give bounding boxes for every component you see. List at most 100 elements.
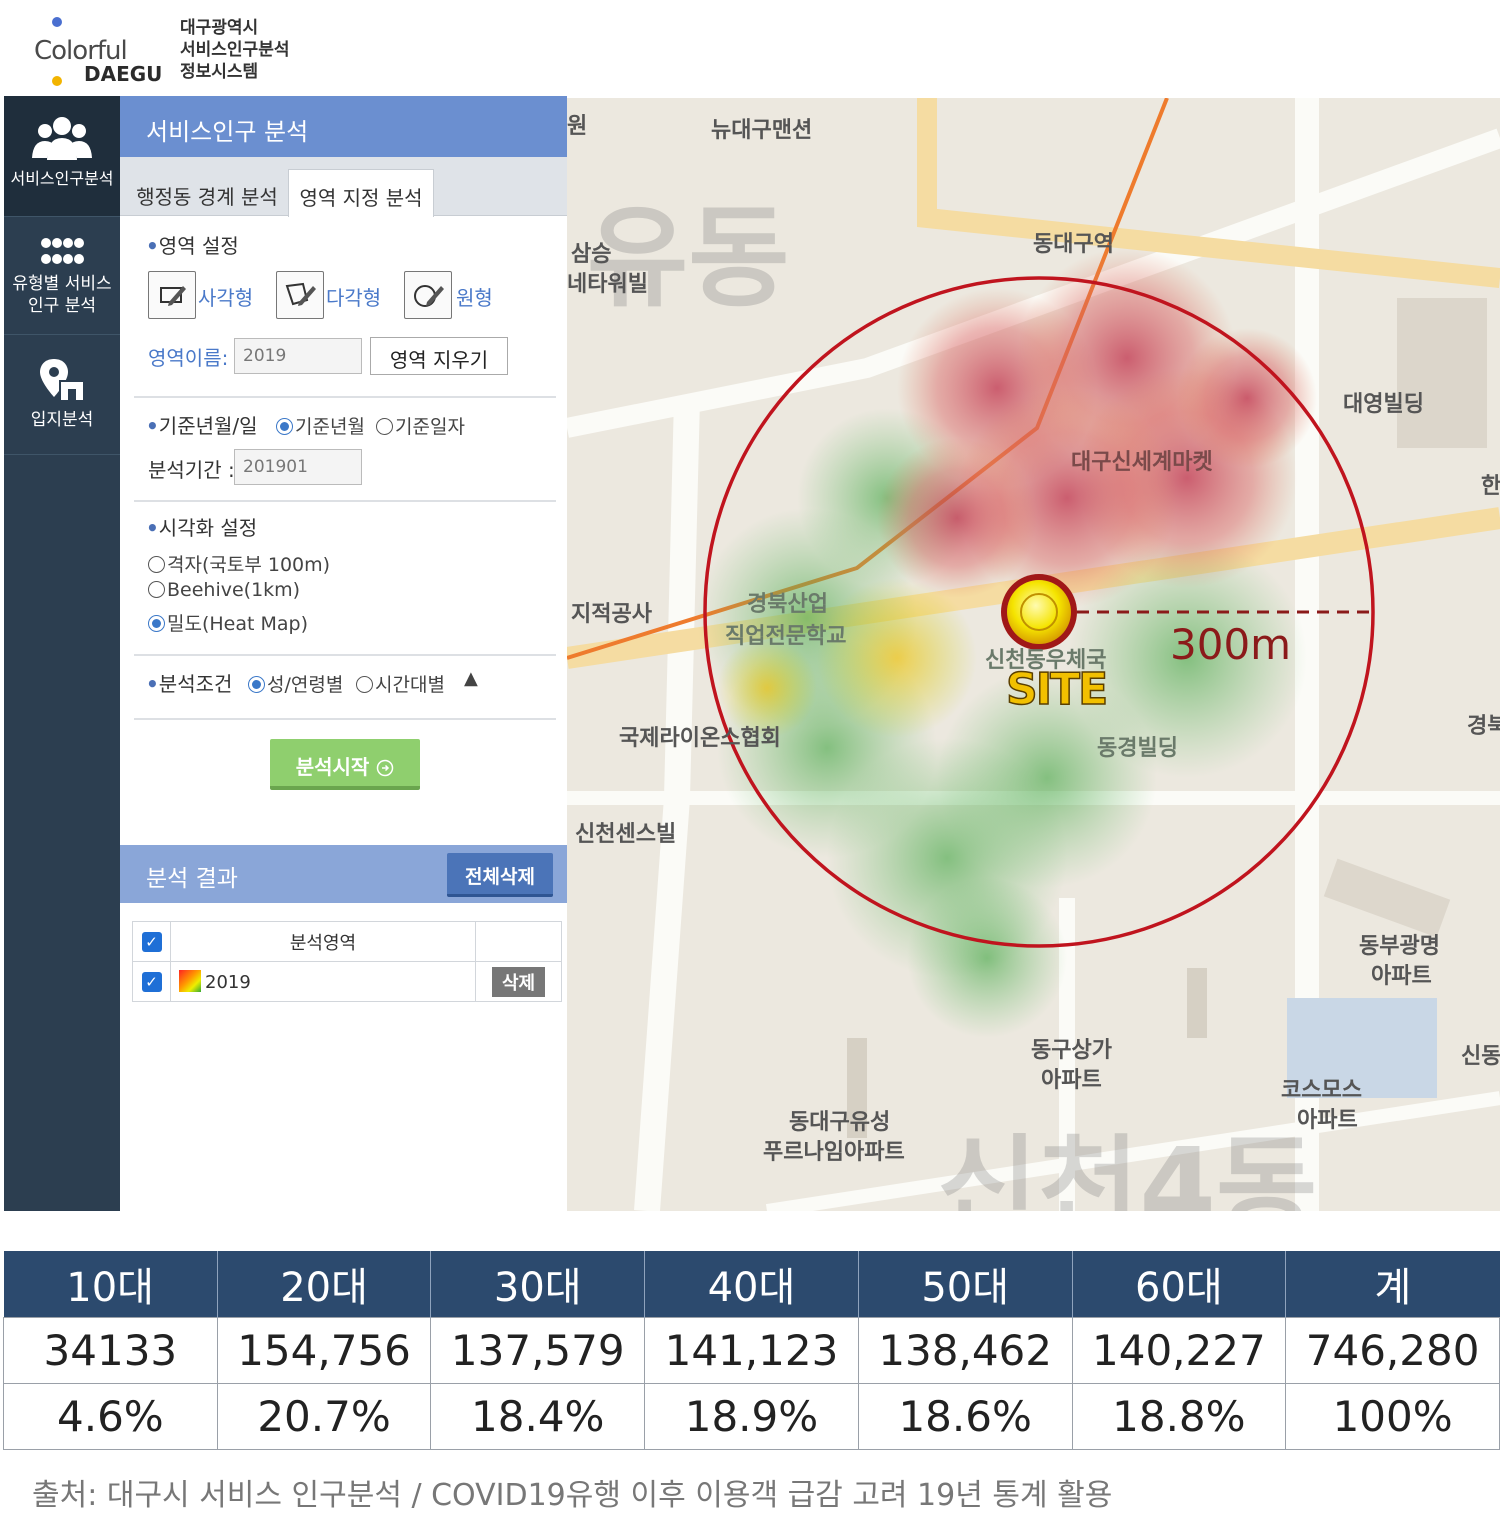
panel-tabs: 행정동 경계 분석 영역 지정 분석 — [120, 157, 567, 217]
col-header: 50대 — [858, 1251, 1073, 1317]
map-place-label: 경북 — [1467, 714, 1500, 739]
area-section-label: 영역 설정 — [158, 234, 239, 258]
period-range-input[interactable]: 201901 — [234, 449, 362, 485]
panel-title: 서비스인구 분석 — [120, 96, 567, 157]
screen: Colorful DAEGU 대구광역시 서비스인구분석 정보시스템 서비스인구… — [0, 0, 1502, 1519]
period-range-label: 분석기간 : — [148, 458, 235, 482]
select-all-checkbox[interactable]: ✓ — [141, 932, 162, 952]
map-place-label: 삼승 — [571, 242, 612, 267]
analysis-panel: 서비스인구 분석 행정동 경계 분석 영역 지정 분석 •영역 설정 사각형 다… — [120, 96, 567, 1211]
radio-dot — [356, 676, 373, 693]
tab-area-select[interactable]: 영역 지정 분석 — [288, 169, 434, 217]
map-district-label: 유동 — [587, 194, 790, 322]
tab-admin-boundary[interactable]: 행정동 경계 분석 — [128, 169, 286, 217]
org-line-3: 정보시스템 — [180, 62, 259, 82]
map-place-label: 대영빌딩 — [1343, 392, 1424, 417]
age-population-table: 10대 20대 30대 40대 50대 60대 계 34133 154,756 … — [3, 1251, 1500, 1450]
table-header-row: 10대 20대 30대 40대 50대 60대 계 — [3, 1251, 1500, 1317]
share-cell: 100% — [1285, 1382, 1500, 1450]
area-name-input[interactable]: 2019 — [234, 338, 362, 374]
share-cell: 18.9% — [644, 1382, 859, 1450]
polygon-shape-button[interactable] — [276, 271, 324, 319]
location-pin-icon — [40, 359, 85, 402]
count-cell: 141,123 — [644, 1316, 859, 1384]
nav-item-type-population[interactable]: 유형별 서비스 인구 분석 — [4, 217, 120, 335]
circle-shape-button[interactable] — [404, 271, 452, 319]
nav-item-location-analysis[interactable]: 입지분석 — [4, 335, 120, 455]
radio-condition-time[interactable]: 시간대별 — [356, 670, 445, 697]
count-cell: 34133 — [3, 1316, 218, 1384]
logo-brand-city: DAEGU — [84, 62, 163, 86]
radio-condition-age[interactable]: 성/연령별 — [248, 670, 343, 697]
nav-item-service-population[interactable]: 서비스인구분석 — [4, 96, 120, 217]
col-header: 계 — [1285, 1251, 1500, 1317]
org-line-1: 대구광역시 — [180, 18, 259, 38]
col-header: 10대 — [3, 1251, 218, 1317]
pencil-polygon-icon — [285, 282, 316, 306]
col-header: 60대 — [1072, 1251, 1287, 1317]
radio-period-month[interactable]: 기준년월 — [276, 412, 365, 439]
rectangle-shape-button[interactable] — [148, 271, 196, 319]
arrow-circle-icon — [377, 759, 394, 777]
radio-period-day[interactable]: 기준일자 — [376, 412, 465, 439]
map-place-label: 국제라이온스협회 — [619, 726, 781, 751]
period-section-title: •기준년월/일 — [146, 414, 258, 438]
radio-dot — [248, 676, 265, 693]
radio-visual-heatmap[interactable]: 밀도(Heat Map) — [148, 609, 308, 636]
map-place-label: 신천센스빌 — [575, 822, 677, 847]
divider — [134, 500, 556, 502]
radio-dot — [148, 581, 165, 598]
map-place-label: 동부광명 — [1359, 934, 1440, 959]
map-place-label: 지적공사 — [571, 602, 652, 627]
table-row: 34133 154,756 137,579 141,123 138,462 14… — [3, 1316, 1500, 1384]
empty-header-cell — [475, 921, 562, 962]
row-delete-button[interactable]: 삭제 — [491, 966, 546, 997]
count-cell: 140,227 — [1071, 1316, 1287, 1384]
logo-org-name: 대구광역시 서비스인구분석 정보시스템 — [180, 16, 289, 84]
collapse-toggle-icon[interactable]: ▲ — [464, 668, 478, 689]
org-line-2: 서비스인구분석 — [180, 40, 290, 60]
table-row: ✓ 2019 삭제 — [132, 961, 562, 1002]
start-analysis-button[interactable]: 분석시작 — [270, 739, 420, 790]
map-place-label: 한 — [1481, 474, 1500, 499]
divider — [134, 654, 556, 656]
row-name: 2019 — [205, 972, 251, 993]
delete-all-button[interactable]: 전체삭제 — [447, 853, 553, 897]
nav-label: 유형별 서비스 인구 분석 — [12, 274, 112, 316]
nav-label: 입지분석 — [30, 410, 94, 430]
area-section-title: •영역 설정 — [146, 234, 239, 258]
row-checkbox[interactable]: ✓ — [141, 972, 162, 992]
share-cell: 18.6% — [857, 1382, 1073, 1450]
pencil-rect-icon — [160, 286, 186, 306]
count-cell: 138,462 — [857, 1316, 1073, 1384]
radio-dot — [276, 418, 293, 435]
area-name-label: 영역이름: — [148, 346, 229, 370]
radio-label: 밀도(Heat Map) — [167, 613, 308, 635]
share-cell: 4.6% — [3, 1382, 218, 1450]
rectangle-shape-label[interactable]: 사각형 — [198, 282, 253, 311]
start-analysis-label: 분석시작 — [295, 755, 370, 779]
map-place-label: 동대구유성 — [789, 1110, 891, 1135]
map-place-label: 대구신세계마켓 — [1071, 450, 1213, 475]
radio-label: 기준년월 — [295, 416, 365, 438]
radio-visual-grid[interactable]: 격자(국토부 100m) — [148, 550, 330, 577]
radio-label: Beehive(1km) — [167, 579, 301, 601]
col-header: 30대 — [430, 1251, 646, 1317]
clear-area-button[interactable]: 영역 지우기 — [370, 337, 508, 375]
map-view[interactable]: 유동 신천4동 뉴대구맨션 삼승 네타워빌 동대구역 대영빌딩 대구신세계마켓 … — [567, 98, 1500, 1211]
results-table: ✓ 분석영역 ✓ 2019 삭제 — [132, 921, 562, 1002]
visual-section-label: 시각화 설정 — [158, 516, 258, 540]
row-name-cell: 2019 — [170, 961, 476, 1002]
brand-logo: Colorful DAEGU 대구광역시 서비스인구분석 정보시스템 — [28, 14, 328, 90]
count-cell: 154,756 — [216, 1316, 432, 1384]
map-place-label: 직업전문학교 — [725, 624, 847, 649]
radio-visual-beehive[interactable]: Beehive(1km) — [148, 579, 300, 601]
grid-dots-icon — [41, 238, 84, 264]
radio-label: 격자(국토부 100m) — [167, 554, 331, 576]
radius-label: 300m — [1170, 620, 1292, 669]
polygon-shape-label[interactable]: 다각형 — [326, 282, 381, 311]
map-place-label: 아파트 — [1297, 1108, 1358, 1133]
results-header-row: ✓ 분석영역 — [132, 921, 562, 962]
period-section-label: 기준년월/일 — [158, 414, 258, 438]
circle-shape-label[interactable]: 원형 — [456, 282, 493, 311]
